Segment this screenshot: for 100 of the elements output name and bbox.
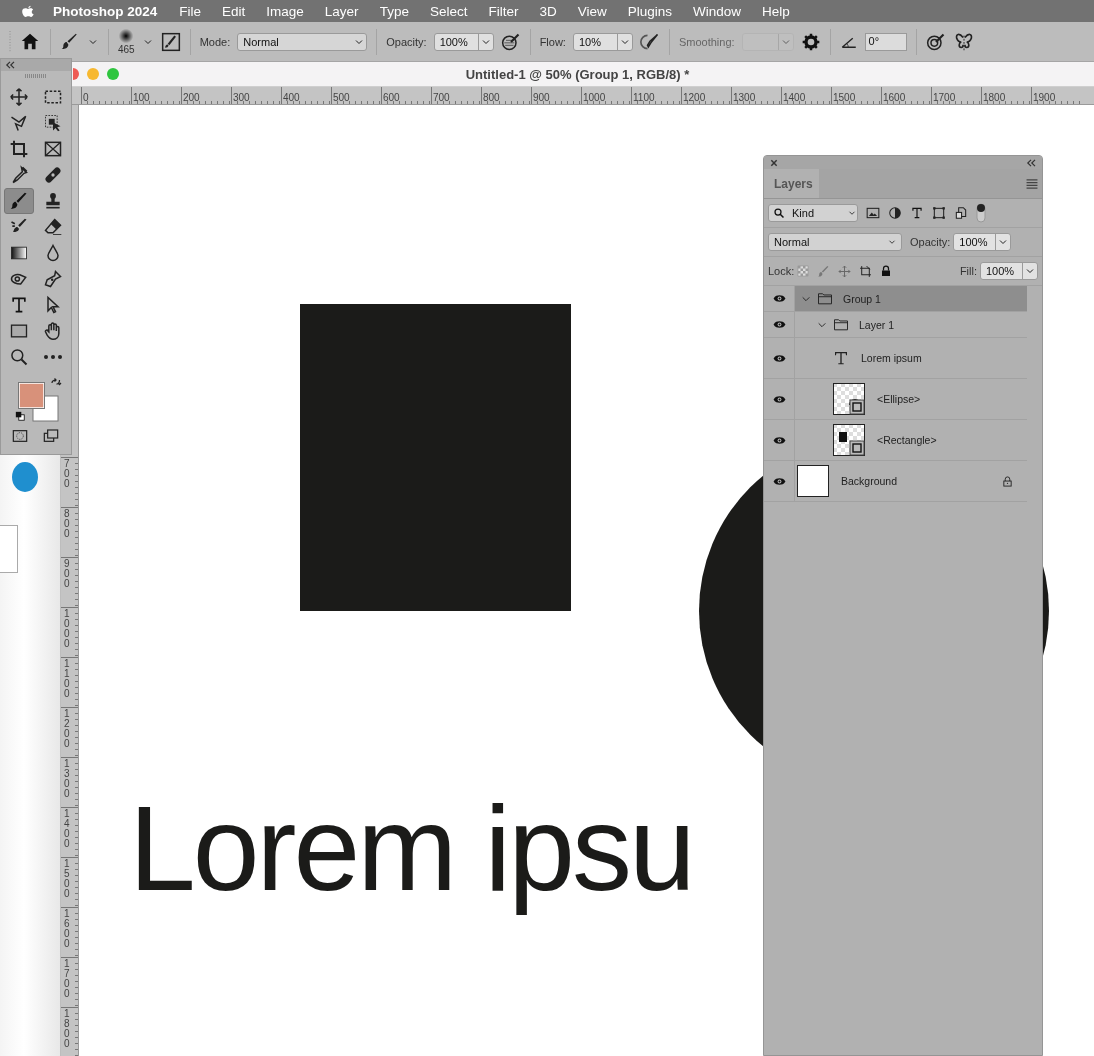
eraser-tool-icon — [43, 217, 63, 237]
angle-field[interactable]: 0° — [864, 32, 907, 51]
fill-field[interactable]: 100% — [980, 262, 1038, 280]
ruler-label: 1400 — [782, 91, 806, 104]
layer-row[interactable]: <Ellipse> — [795, 379, 1027, 419]
ruler-label: 1100 — [632, 91, 655, 104]
ruler-label: 700 — [63, 458, 70, 489]
eye-icon[interactable] — [772, 435, 786, 445]
layer-thumbnail — [797, 465, 829, 497]
menu-item[interactable]: Edit — [222, 3, 246, 19]
ruler-label: 1700 — [932, 91, 956, 104]
brush-settings-icon[interactable] — [160, 31, 181, 52]
eye-icon[interactable] — [772, 394, 786, 404]
color-picker-drawing[interactable] — [14, 378, 62, 422]
ruler-label: 0 — [82, 91, 89, 104]
ruler-label: 700 — [432, 91, 450, 104]
adjustment-filter-icon[interactable] — [888, 206, 902, 220]
menu-item[interactable]: Image — [266, 3, 304, 19]
eye-icon[interactable] — [772, 476, 786, 486]
eye-icon[interactable] — [772, 320, 786, 329]
menu-item[interactable]: Filter — [488, 3, 519, 19]
menu-item[interactable]: File — [179, 3, 202, 19]
collapse-icon[interactable] — [1026, 158, 1036, 167]
stamp-tool-icon — [43, 191, 63, 211]
quick-mask-icon[interactable] — [11, 428, 29, 444]
screen-mode-icon[interactable] — [41, 428, 61, 444]
ruler-label: 200 — [182, 91, 200, 104]
flow-label: Flow: — [539, 35, 566, 48]
search-icon — [773, 207, 785, 219]
ruler-label: 1300 — [63, 758, 70, 799]
document-title: Untitled-1 @ 50% (Group 1, RGB/8) * — [464, 66, 691, 82]
gear-icon[interactable] — [800, 31, 821, 52]
menu-item[interactable]: View — [577, 3, 607, 19]
tool-button[interactable] — [4, 188, 34, 214]
folder-icon — [833, 318, 849, 331]
menu-item[interactable]: Window — [693, 3, 742, 19]
opacity-field[interactable]: 100% — [433, 32, 494, 51]
layer-row[interactable]: Background — [795, 461, 1027, 501]
ruler-label: 1200 — [682, 91, 706, 104]
ruler-label: 1200 — [63, 708, 70, 749]
mode-dropdown[interactable]: Normal — [237, 32, 368, 51]
mode-label: Mode: — [199, 35, 231, 48]
ruler-label: 1900 — [1032, 91, 1056, 104]
ruler-label: 500 — [332, 91, 350, 104]
menu-item[interactable]: Select — [429, 3, 468, 19]
brush-icon[interactable] — [60, 31, 80, 52]
brush-preset-picker[interactable]: 465 — [118, 28, 135, 55]
menu-item[interactable]: Help — [762, 3, 790, 19]
menu-item[interactable]: Plugins — [627, 3, 672, 19]
ruler-label: 1600 — [63, 908, 70, 949]
eye-icon[interactable] — [772, 353, 786, 363]
zoom-tool-icon — [9, 347, 29, 367]
eye-icon[interactable] — [772, 294, 786, 303]
marquee-tool-icon — [43, 87, 63, 107]
opacity-field[interactable]: 100% — [953, 233, 1012, 251]
lock-artboard-icon[interactable] — [859, 264, 873, 278]
ruler-label: 1300 — [732, 91, 756, 104]
lock-move-icon[interactable] — [838, 264, 852, 278]
crop-tool-icon — [9, 139, 29, 159]
ruler-label: 1000 — [582, 91, 606, 104]
pen-tool-icon — [43, 269, 63, 289]
ruler-label: 1800 — [63, 1008, 70, 1049]
layer-row[interactable]: Group 1 — [795, 286, 1027, 311]
folder-icon — [817, 292, 833, 305]
lasso-tool-icon — [9, 113, 29, 133]
blend-mode-dropdown[interactable]: Normal — [768, 233, 902, 251]
ruler-label: 100 — [132, 91, 150, 104]
lock-label: Lock: — [768, 265, 795, 277]
filter-toggle-icon[interactable] — [976, 203, 986, 223]
image-filter-icon[interactable] — [866, 206, 880, 220]
collapse-icon[interactable] — [5, 61, 15, 69]
filter-kind-dropdown[interactable]: Kind — [768, 204, 858, 222]
ruler-label: 300 — [232, 91, 250, 104]
apple-icon[interactable] — [20, 3, 36, 19]
frame-tool-icon — [43, 139, 63, 159]
lock-icon[interactable] — [880, 265, 893, 277]
brush-tip-icon — [118, 28, 135, 44]
pressure-opacity-icon[interactable] — [500, 31, 521, 52]
menu-item[interactable]: 3D — [539, 3, 557, 19]
layer-row[interactable]: Lorem ipsum — [795, 338, 1027, 378]
layers-tab[interactable]: Layers — [764, 169, 819, 198]
ruler-label: 900 — [63, 558, 70, 589]
airbrush-icon[interactable] — [639, 31, 660, 52]
menu-item[interactable]: Type — [379, 3, 409, 19]
close-button[interactable] — [73, 68, 79, 80]
menu-item[interactable]: Layer — [324, 3, 359, 19]
move-tool-icon — [9, 87, 29, 107]
shape-filter-icon[interactable] — [932, 206, 946, 220]
ruler-label: 800 — [482, 91, 500, 104]
fill-label: Fill: — [959, 265, 977, 277]
flow-field[interactable]: 10% — [572, 32, 633, 51]
pressure-size-icon[interactable] — [925, 31, 946, 52]
type-filter-icon[interactable] — [910, 206, 924, 220]
layer-row[interactable]: Layer 1 — [795, 312, 1027, 337]
smart-object-filter-icon[interactable] — [954, 206, 968, 220]
rectangle-thumbnail — [833, 424, 865, 456]
panel-menu-icon[interactable] — [1026, 178, 1038, 189]
layer-row[interactable]: <Rectangle> — [795, 420, 1027, 460]
app-menu[interactable]: Photoshop 2024 — [53, 3, 158, 19]
close-icon[interactable] — [770, 158, 778, 167]
